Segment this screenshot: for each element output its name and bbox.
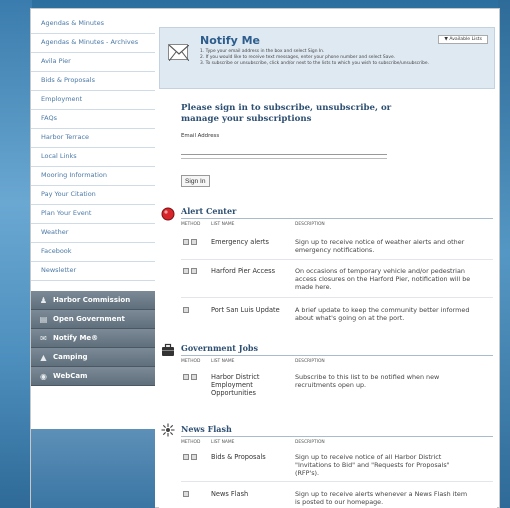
section-title-news-flash: News Flash	[181, 424, 232, 434]
col-head-list-name: LIST NAME	[211, 222, 235, 227]
sidebar-link-mooring[interactable]: Mooring Information	[31, 167, 155, 186]
sidebar-link-avila-pier[interactable]: Avila Pier	[31, 53, 155, 72]
sidebar: Agendas & Minutes Agendas & Minutes - Ar…	[31, 9, 155, 508]
list-description: Subscribe to this list to be notified wh…	[295, 373, 440, 389]
sms-sub-icon[interactable]	[191, 373, 197, 380]
col-head-description: DESCRIPTION	[295, 359, 325, 364]
method-icons	[183, 238, 199, 245]
list-name: Harford Pier Access	[211, 267, 276, 275]
list-description: Sign up to receive notice of weather ale…	[295, 238, 465, 254]
signin-heading: Please sign in to subscribe, unsubscribe…	[181, 103, 392, 124]
document-icon: ▤	[39, 314, 48, 324]
section-divider	[181, 436, 493, 437]
sidebar-link-weather[interactable]: Weather	[31, 224, 155, 243]
list-name: News Flash	[211, 490, 249, 498]
section-title-alert-center: Alert Center	[181, 206, 237, 216]
main-content: Notify Me 1. Type your email address in …	[159, 9, 497, 508]
col-head-list-name: LIST NAME	[211, 359, 235, 364]
menu-label: Harbor Commission	[53, 296, 131, 304]
camera-icon: ◉	[40, 371, 47, 381]
section-divider	[181, 355, 493, 356]
menu-label: Camping	[53, 353, 88, 361]
people-icon: ♟	[39, 295, 48, 305]
menu-open-government[interactable]: ▤ Open Government	[31, 310, 155, 329]
row-divider	[181, 481, 493, 482]
sidebar-link-pay-citation[interactable]: Pay Your Citation	[31, 186, 155, 205]
email-label: Email Address	[181, 133, 220, 139]
email-input[interactable]	[181, 145, 387, 155]
notify-title: Notify Me	[200, 34, 260, 47]
notify-step-3: 3. To subscribe or unsubscribe, click an…	[200, 61, 429, 66]
email-sub-icon[interactable]	[183, 453, 189, 460]
sidebar-link-harbor-terrace[interactable]: Harbor Terrace	[31, 129, 155, 148]
col-head-method: METHOD	[181, 222, 201, 227]
sidebar-link-facebook[interactable]: Facebook	[31, 243, 155, 262]
method-icons	[183, 490, 191, 497]
dark-menu: ♟ Harbor Commission ▤ Open Government ✉ …	[31, 291, 155, 386]
email-underline	[181, 158, 387, 159]
col-head-method: METHOD	[181, 359, 201, 364]
available-lists-button[interactable]: ▼ Available Lists	[438, 35, 488, 44]
section-title-government-jobs: Government Jobs	[181, 343, 259, 353]
list-name: Bids & Proposals	[211, 453, 266, 461]
method-icons	[183, 306, 191, 313]
list-description: A brief update to keep the community bet…	[295, 306, 470, 322]
sidebar-link-agendas-archives[interactable]: Agendas & Minutes - Archives	[31, 34, 155, 53]
briefcase-icon	[161, 343, 175, 357]
sms-sub-icon[interactable]	[191, 238, 197, 245]
sidebar-link-newsletter[interactable]: Newsletter	[31, 262, 155, 281]
sidebar-link-employment[interactable]: Employment	[31, 91, 155, 110]
col-head-list-name: LIST NAME	[211, 440, 235, 445]
list-name: Port San Luis Update	[211, 306, 280, 314]
menu-label: Open Government	[53, 315, 125, 323]
sidebar-link-plan-event[interactable]: Plan Your Event	[31, 205, 155, 224]
col-head-description: DESCRIPTION	[295, 222, 325, 227]
row-divider	[181, 297, 493, 298]
row-divider	[181, 259, 493, 260]
method-icons	[183, 267, 199, 274]
sidebar-link-faqs[interactable]: FAQs	[31, 110, 155, 129]
email-sub-icon[interactable]	[183, 373, 189, 380]
menu-notify-me[interactable]: ✉ Notify Me®	[31, 329, 155, 348]
sidebar-link-agendas-minutes[interactable]: Agendas & Minutes	[31, 15, 155, 34]
email-sub-icon[interactable]	[183, 238, 189, 245]
envelope-icon	[168, 44, 189, 61]
list-description: Sign up to receive alerts whenever a New…	[295, 490, 468, 506]
page-frame: Agendas & Minutes Agendas & Minutes - Ar…	[30, 8, 500, 508]
section-divider	[181, 218, 493, 219]
notify-me-box: Notify Me 1. Type your email address in …	[159, 27, 495, 89]
list-name: Emergency alerts	[211, 238, 269, 246]
menu-label: WebCam	[53, 372, 88, 380]
mail-icon: ✉	[40, 333, 47, 343]
method-icons	[183, 373, 199, 380]
list-name: Harbor District Employment Opportunities	[211, 373, 260, 397]
camper-icon: ▲	[40, 352, 47, 362]
sidebar-link-bids-proposals[interactable]: Bids & Proposals	[31, 72, 155, 91]
menu-camping[interactable]: ▲ Camping	[31, 348, 155, 367]
col-head-method: METHOD	[181, 440, 201, 445]
email-sub-icon[interactable]	[183, 306, 189, 313]
list-description: On occasions of temporary vehicle and/or…	[295, 267, 471, 291]
email-sub-icon[interactable]	[183, 267, 189, 274]
sms-sub-icon[interactable]	[191, 267, 197, 274]
email-sub-icon[interactable]	[183, 490, 189, 497]
sidebar-background	[31, 429, 155, 508]
menu-webcam[interactable]: ◉ WebCam	[31, 367, 155, 386]
sms-sub-icon[interactable]	[191, 453, 197, 460]
news-flash-icon	[161, 423, 175, 437]
menu-label: Notify Me®	[53, 334, 99, 342]
sign-in-button[interactable]: Sign In	[181, 175, 210, 187]
sidebar-link-local-links[interactable]: Local Links	[31, 148, 155, 167]
sidebar-links: Agendas & Minutes Agendas & Minutes - Ar…	[31, 9, 155, 281]
notify-instructions: 1. Type your email address in the box an…	[200, 49, 440, 67]
method-icons	[183, 453, 199, 460]
col-head-description: DESCRIPTION	[295, 440, 325, 445]
list-description: Sign up to receive notice of all Harbor …	[295, 453, 450, 477]
menu-harbor-commission[interactable]: ♟ Harbor Commission	[31, 291, 155, 310]
alert-siren-icon	[161, 207, 175, 221]
background-left	[0, 0, 32, 508]
